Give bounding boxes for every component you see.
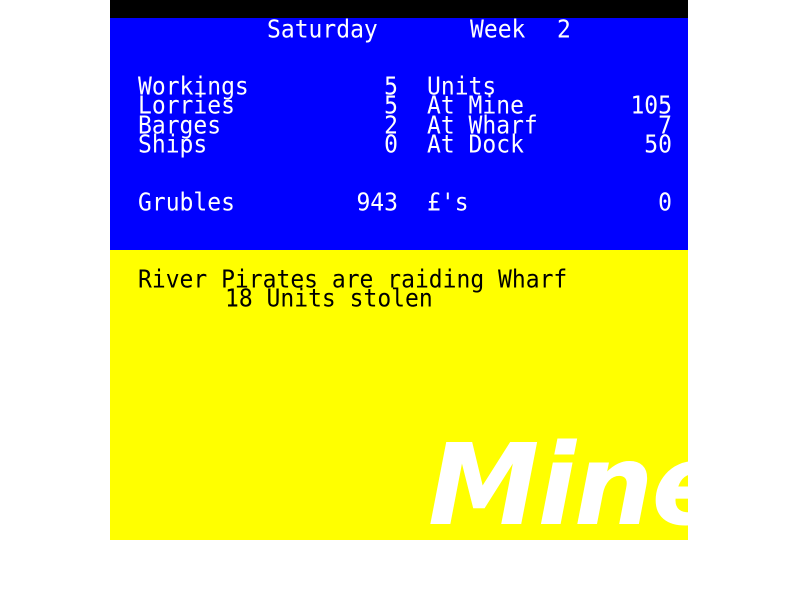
day-label: Saturday (267, 15, 378, 44)
mine-logo: Mine (428, 421, 688, 540)
game-screen: Saturday Week 2 Workings 5 Lorries 5 Bar… (110, 0, 688, 540)
pounds-label: £'s (427, 188, 469, 217)
message-line-2: 18 Units stolen (225, 284, 433, 313)
week-label: Week (470, 15, 526, 44)
pounds-value: 0 (658, 188, 672, 217)
at-dock-value: 50 (644, 130, 672, 159)
top-border (110, 0, 688, 18)
grubles-label: Grubles (138, 188, 235, 217)
stats-panel: Saturday Week 2 Workings 5 Lorries 5 Bar… (110, 15, 688, 250)
grubles-value: 943 (356, 188, 398, 217)
ships-label: Ships (138, 130, 208, 159)
week-number: 2 (557, 15, 571, 44)
at-dock-label: At Dock (427, 130, 524, 159)
ships-value: 0 (384, 130, 398, 159)
